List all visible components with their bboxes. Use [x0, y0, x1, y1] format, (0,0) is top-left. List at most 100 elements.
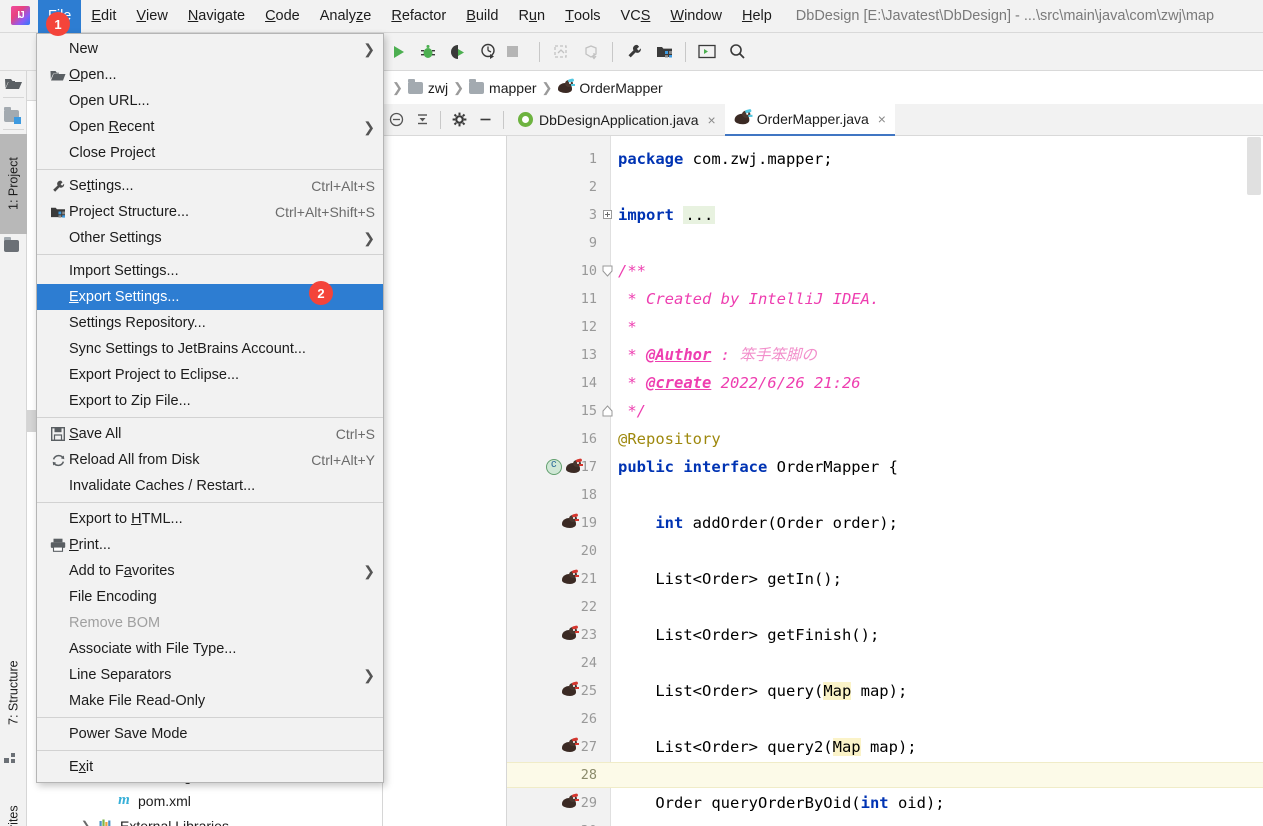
- spring-bean-icon[interactable]: [546, 458, 562, 475]
- hide-icon[interactable]: [383, 107, 409, 133]
- menu-item-power-save-mode[interactable]: Power Save Mode: [37, 721, 383, 747]
- minimize-icon[interactable]: [472, 107, 498, 133]
- profile-icon[interactable]: [473, 37, 503, 67]
- menu-item-export-project-to-eclipse[interactable]: Export Project to Eclipse...: [37, 362, 383, 388]
- menubar-item-help[interactable]: Help: [732, 0, 782, 33]
- line-number: 14: [580, 375, 597, 391]
- logo-text: IJ: [17, 10, 24, 21]
- menu-item-shortcut: Ctrl+Alt+Y: [311, 452, 375, 468]
- run-icon[interactable]: [383, 37, 413, 67]
- menu-item-add-to-favorites[interactable]: Add to Favorites ❯: [37, 558, 383, 584]
- menu-item-print[interactable]: Print...: [37, 532, 383, 558]
- chevron-right-icon: ❯: [363, 562, 375, 579]
- tab-ordermapper[interactable]: OrderMapper.java ×: [724, 103, 895, 136]
- menu-separator: [37, 254, 383, 255]
- menu-item-exit[interactable]: Exit: [37, 754, 383, 780]
- breadcrumb-chevron-icon: ❯: [453, 79, 465, 95]
- close-icon[interactable]: ×: [708, 112, 716, 128]
- breadcrumb-item-zwj[interactable]: zwj: [407, 78, 448, 96]
- menu-item-save-all[interactable]: Save All Ctrl+S: [37, 421, 383, 447]
- fold-expand-icon[interactable]: [603, 210, 612, 219]
- gear-icon[interactable]: [446, 107, 472, 133]
- menubar-item-tools[interactable]: Tools: [555, 0, 610, 33]
- menu-item-project-structure[interactable]: Project Structure... Ctrl+Alt+Shift+S: [37, 199, 383, 225]
- file-menu-dropdown[interactable]: New ❯ Open... Open URL... Open Recent ❯ Close …: [36, 33, 384, 783]
- gutter-marker[interactable]: [561, 793, 579, 810]
- menubar-item-analyze[interactable]: Analy z e: [310, 0, 382, 33]
- close-icon[interactable]: ×: [878, 111, 886, 127]
- fold-collapse-start-icon[interactable]: [602, 265, 613, 280]
- project-folder-blue-icon[interactable]: [4, 107, 23, 126]
- editor-scrollbar-thumb[interactable]: [1247, 137, 1261, 195]
- terminal-icon[interactable]: [692, 37, 722, 67]
- menu-item-invalidate-caches-restart[interactable]: Invalidate Caches / Restart...: [37, 473, 383, 499]
- mybatis-bird-icon[interactable]: [561, 513, 579, 530]
- gutter-marker[interactable]: [561, 513, 579, 530]
- mybatis-bird-icon[interactable]: [561, 737, 579, 754]
- debug-icon[interactable]: [413, 37, 443, 67]
- menu-item-open-url[interactable]: Open URL...: [37, 88, 383, 114]
- settings-wrench-icon[interactable]: [619, 37, 649, 67]
- mybatis-bird-icon[interactable]: [565, 457, 583, 475]
- menubar-item-window[interactable]: Window: [660, 0, 732, 33]
- menu-item-associate-with-file-type[interactable]: Associate with File Type...: [37, 636, 383, 662]
- expand-collapse-icon[interactable]: [409, 107, 435, 133]
- menubar-item-navigate[interactable]: Navigate: [178, 0, 255, 33]
- gutter-marker[interactable]: [561, 569, 579, 586]
- code-editor[interactable]: 1 package com.zwj.mapper; 2 3 import ... 9 10/…: [383, 136, 1263, 826]
- gutter-marker[interactable]: [561, 737, 579, 754]
- line-number: 12: [580, 319, 597, 335]
- project-tree-item-pom-xml[interactable]: m pom.xml: [115, 788, 191, 813]
- menu-item-reload-all-from-disk[interactable]: Reload All from Disk Ctrl+Alt+Y: [37, 447, 383, 473]
- run-with-coverage-icon[interactable]: [443, 37, 473, 67]
- project-structure-icon[interactable]: [649, 37, 679, 67]
- code-text-area[interactable]: [612, 136, 1263, 826]
- menu-item-export-to-zip-file[interactable]: Export to Zip File...: [37, 388, 383, 414]
- menu-item-shortcut: Ctrl+S: [335, 426, 375, 442]
- menubar-item-run[interactable]: Run: [508, 0, 555, 33]
- mybatis-bird-icon[interactable]: [561, 625, 579, 642]
- tree-expand-chevron-icon[interactable]: ❯: [81, 819, 90, 826]
- menu-item-file-encoding[interactable]: File Encoding: [37, 584, 383, 610]
- mybatis-bird-icon[interactable]: [561, 569, 579, 586]
- line-number: 11: [580, 291, 597, 307]
- menu-item-line-separators[interactable]: Line Separators ❯: [37, 662, 383, 688]
- menu-item-import-settings[interactable]: Import Settings...: [37, 258, 383, 284]
- breadcrumb-item-mapper[interactable]: mapper: [469, 78, 537, 96]
- menubar-item-refactor[interactable]: Refactor: [381, 0, 456, 33]
- tab-dbdesignapplication-label: DbDesignApplication.java: [539, 111, 699, 128]
- sidebar-item-structure[interactable]: 7: Structure: [0, 638, 27, 748]
- menu-item-make-file-read-only[interactable]: Make File Read-Only: [37, 688, 383, 714]
- fold-collapse-end-icon[interactable]: [602, 405, 613, 420]
- gutter-marker[interactable]: [561, 625, 579, 642]
- code-line: */: [618, 402, 646, 420]
- menu-item-open[interactable]: Open...: [37, 62, 383, 88]
- menu-item-sync-settings-to-jetbrains-account[interactable]: Sync Settings to JetBrains Account...: [37, 336, 383, 362]
- menubar-item-build[interactable]: Build: [456, 0, 508, 33]
- menubar-item-view[interactable]: View: [126, 0, 177, 33]
- search-everywhere-icon[interactable]: [722, 37, 752, 67]
- menu-item-other-settings[interactable]: Other Settings ❯: [37, 225, 383, 251]
- gutter-marker[interactable]: [561, 681, 579, 698]
- menubar-item-code[interactable]: Code: [255, 0, 310, 33]
- sidebar-item-project[interactable]: 1: Project: [0, 134, 27, 234]
- menu-item-label: Export to Zip File...: [69, 393, 191, 409]
- project-tree-item-external-libraries[interactable]: External Libraries ❯: [81, 813, 229, 826]
- menubar-item-vcs[interactable]: VC S: [611, 0, 661, 33]
- breadcrumb-chevron-icon: ❯: [392, 79, 403, 95]
- menu-item-settings-repository[interactable]: Settings Repository...: [37, 310, 383, 336]
- menubar-item-edit[interactable]: Edit: [81, 0, 126, 33]
- sidebar-item-favorites[interactable]: rites: [0, 787, 27, 826]
- open-folder-icon[interactable]: [4, 76, 23, 95]
- gutter-marker[interactable]: [546, 457, 583, 475]
- folder-open-icon: [47, 69, 69, 82]
- breadcrumb-item-ordermapper[interactable]: OrderMapper: [557, 78, 663, 96]
- menu-item-export-to-html[interactable]: Export to HTML...: [37, 506, 383, 532]
- tab-dbdesignapplication[interactable]: DbDesignApplication.java ×: [509, 104, 725, 136]
- mybatis-bird-icon[interactable]: [561, 681, 579, 698]
- menu-item-open-recent[interactable]: Open Recent ❯: [37, 114, 383, 140]
- menu-item-new[interactable]: New ❯: [37, 36, 383, 62]
- menu-item-close-project[interactable]: Close Project: [37, 140, 383, 166]
- menu-item-settings[interactable]: Settings... Ctrl+Alt+S: [37, 173, 383, 199]
- mybatis-bird-icon[interactable]: [561, 793, 579, 810]
